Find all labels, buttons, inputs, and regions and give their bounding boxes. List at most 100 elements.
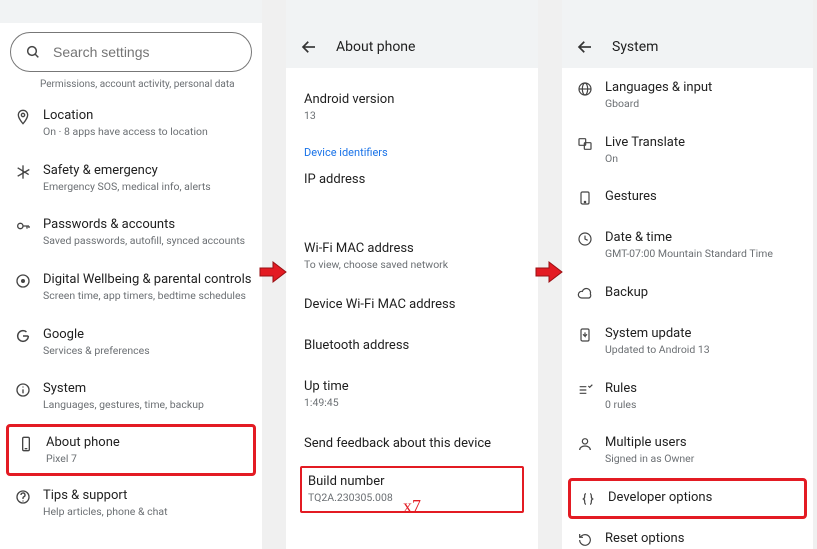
system-item-gestures[interactable]: Gestures	[562, 177, 813, 218]
back-icon[interactable]	[576, 38, 594, 56]
item-subtitle: On	[605, 152, 803, 166]
item-title: Date & time	[605, 230, 803, 245]
reset-icon	[577, 531, 605, 548]
update-icon	[577, 326, 605, 343]
info-icon	[15, 381, 43, 398]
settings-item-location[interactable]: Location On · 8 apps have access to loca…	[0, 96, 262, 151]
item-title: Tips & support	[43, 488, 252, 503]
phone-icon	[18, 435, 46, 452]
settings-item-system[interactable]: System Languages, gestures, time, backup	[0, 369, 262, 424]
item-send-feedback[interactable]: Send feedback about this device	[286, 423, 538, 464]
asterisk-icon	[15, 163, 43, 180]
location-icon	[15, 108, 43, 125]
item-title: Languages & input	[605, 80, 803, 95]
item-title[interactable]: Build number	[308, 474, 516, 489]
item-subtitle: Gboard	[605, 97, 803, 111]
item-title: Developer options	[608, 490, 798, 505]
wellbeing-icon	[15, 272, 43, 289]
gestures-icon	[577, 189, 605, 206]
item-title: IP address	[304, 172, 520, 187]
settings-item-passwords[interactable]: Passwords & accounts Saved passwords, au…	[0, 205, 262, 260]
search-icon	[25, 44, 41, 60]
highlight-developer-options: Developer options	[568, 478, 807, 519]
item-android-version[interactable]: Android version 13	[286, 68, 538, 136]
settings-item-wellbeing[interactable]: Digital Wellbeing & parental controls Sc…	[0, 260, 262, 315]
item-title: Backup	[605, 285, 803, 300]
item-title: Multiple users	[605, 435, 803, 450]
arrow-icon	[535, 260, 561, 282]
system-item-reset-options[interactable]: Reset options	[562, 519, 813, 549]
system-item-multiple-users[interactable]: Multiple users Signed in as Owner	[562, 423, 813, 478]
item-title: Android version	[304, 92, 520, 107]
item-subtitle: Signed in as Owner	[605, 452, 803, 466]
item-title: Google	[43, 327, 252, 342]
item-title: Send feedback about this device	[304, 436, 520, 451]
item-title: Reset options	[605, 531, 803, 546]
item-bluetooth-address[interactable]: Bluetooth address	[286, 325, 538, 366]
header-title: System	[612, 39, 658, 55]
item-title: Up time	[304, 379, 520, 394]
google-icon	[15, 327, 43, 344]
system-item-rules[interactable]: Rules 0 rules	[562, 369, 813, 424]
item-subtitle: Screen time, app timers, bedtime schedul…	[43, 289, 252, 303]
item-title: Wi-Fi MAC address	[304, 241, 520, 256]
clock-icon	[577, 230, 605, 247]
item-wifi-mac[interactable]: Wi-Fi MAC address To view, choose saved …	[286, 228, 538, 285]
back-icon[interactable]	[300, 38, 318, 56]
system-item-date-time[interactable]: Date & time GMT-07:00 Mountain Standard …	[562, 218, 813, 273]
item-title: Safety & emergency	[43, 163, 252, 178]
system-panel: System Languages & input Gboard Live Tra…	[562, 0, 813, 549]
item-ip-address[interactable]: IP address	[286, 159, 538, 200]
item-subtitle: Languages, gestures, time, backup	[43, 398, 252, 412]
item-title: Location	[43, 108, 252, 123]
arrow-icon	[259, 260, 285, 282]
system-item-developer-options[interactable]: Developer options	[571, 481, 804, 516]
search-bar[interactable]	[10, 32, 252, 72]
braces-icon	[580, 490, 608, 507]
item-subtitle: To view, choose saved network	[304, 258, 520, 272]
item-title: Live Translate	[605, 135, 803, 150]
section-device-identifiers: Device identifiers	[286, 136, 538, 159]
globe-icon	[577, 80, 605, 97]
item-subtitle: Emergency SOS, medical info, alerts	[43, 180, 252, 194]
item-device-wifi-mac[interactable]: Device Wi-Fi MAC address	[286, 284, 538, 325]
item-title: Device Wi-Fi MAC address	[304, 297, 520, 312]
item-subtitle: Pixel 7	[46, 452, 247, 466]
settings-item-google[interactable]: Google Services & preferences	[0, 315, 262, 370]
item-subtitle: 1:49:45	[304, 396, 520, 410]
item-title: Passwords & accounts	[43, 217, 252, 232]
about-phone-panel: About phone Android version 13 Device id…	[286, 0, 538, 549]
cloud-icon	[577, 285, 605, 302]
settings-item-about-phone[interactable]: About phone Pixel 7	[9, 427, 253, 474]
settings-item-safety[interactable]: Safety & emergency Emergency SOS, medica…	[0, 151, 262, 206]
item-title: Digital Wellbeing & parental controls	[43, 272, 252, 287]
item-title: System update	[605, 326, 803, 341]
system-item-system-update[interactable]: System update Updated to Android 13	[562, 314, 813, 369]
item-subtitle: 0 rules	[605, 398, 803, 412]
settings-panel: Permissions, account activity, personal …	[0, 0, 262, 549]
rules-icon	[577, 381, 605, 398]
status-bar-area	[0, 0, 262, 23]
translate-icon	[577, 135, 605, 152]
item-title: Rules	[605, 381, 803, 396]
item-uptime[interactable]: Up time 1:49:45	[286, 366, 538, 423]
settings-item-tips[interactable]: Tips & support Help articles, phone & ch…	[0, 476, 262, 531]
item-subtitle: Saved passwords, autofill, synced accoun…	[43, 234, 252, 248]
item-title: Gestures	[605, 189, 803, 204]
system-item-backup[interactable]: Backup	[562, 273, 813, 314]
item-subtitle: Updated to Android 13	[605, 343, 803, 357]
item-subtitle: Help articles, phone & chat	[43, 505, 252, 519]
item-title: Bluetooth address	[304, 338, 520, 353]
header-area: System	[562, 0, 813, 68]
item-subtitle: 13	[304, 109, 520, 123]
tip-icon	[15, 488, 43, 505]
header-title: About phone	[336, 39, 415, 55]
system-item-live-translate[interactable]: Live Translate On	[562, 123, 813, 178]
highlight-about-phone: About phone Pixel 7	[6, 424, 256, 477]
item-title: System	[43, 381, 252, 396]
system-item-languages[interactable]: Languages & input Gboard	[562, 68, 813, 123]
item-title: About phone	[46, 435, 247, 450]
users-icon	[577, 435, 605, 452]
item-subtitle: GMT-07:00 Mountain Standard Time	[605, 247, 803, 261]
search-input[interactable]	[53, 44, 237, 60]
